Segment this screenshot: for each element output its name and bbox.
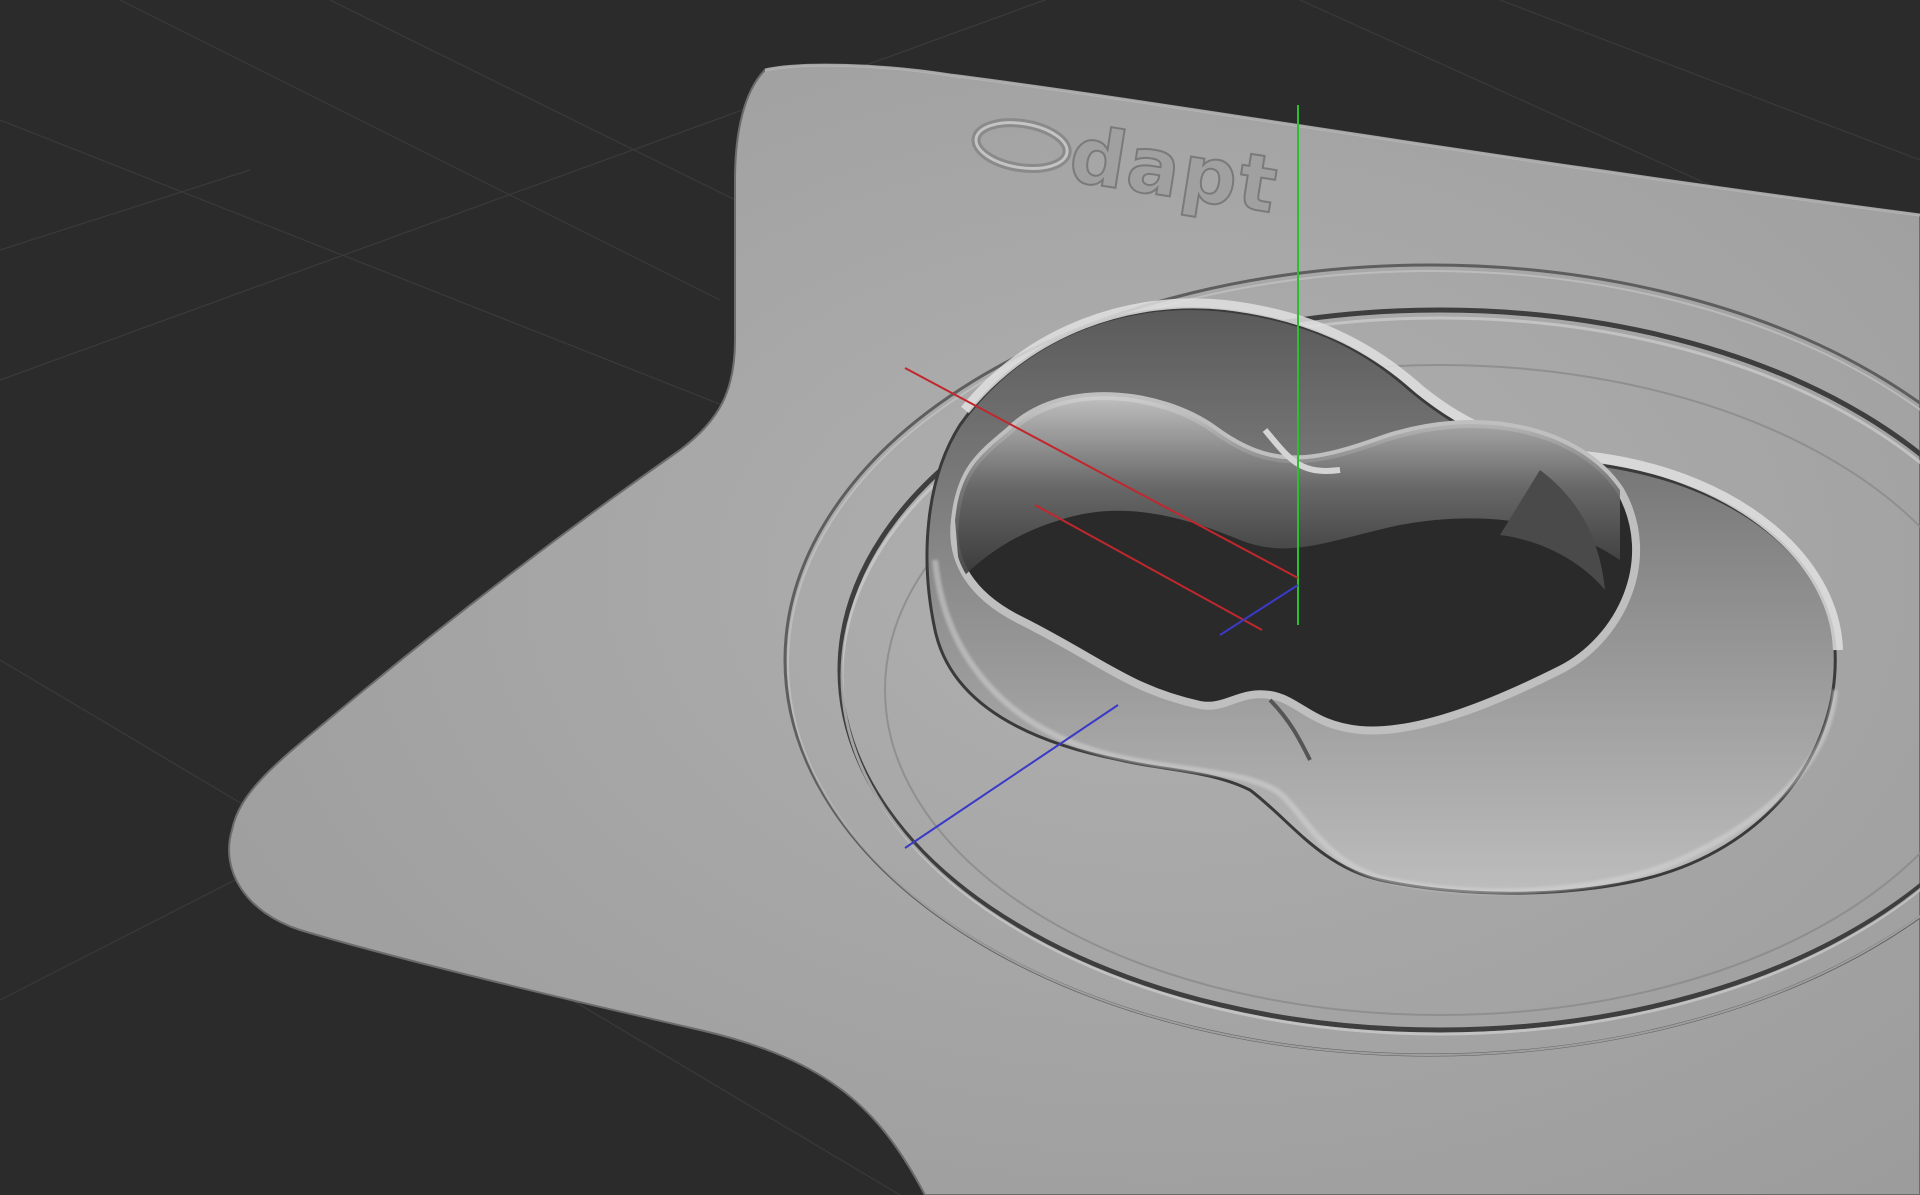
3d-viewport[interactable]: dapt <box>0 0 1920 1195</box>
viewport-canvas[interactable]: dapt <box>0 0 1920 1195</box>
